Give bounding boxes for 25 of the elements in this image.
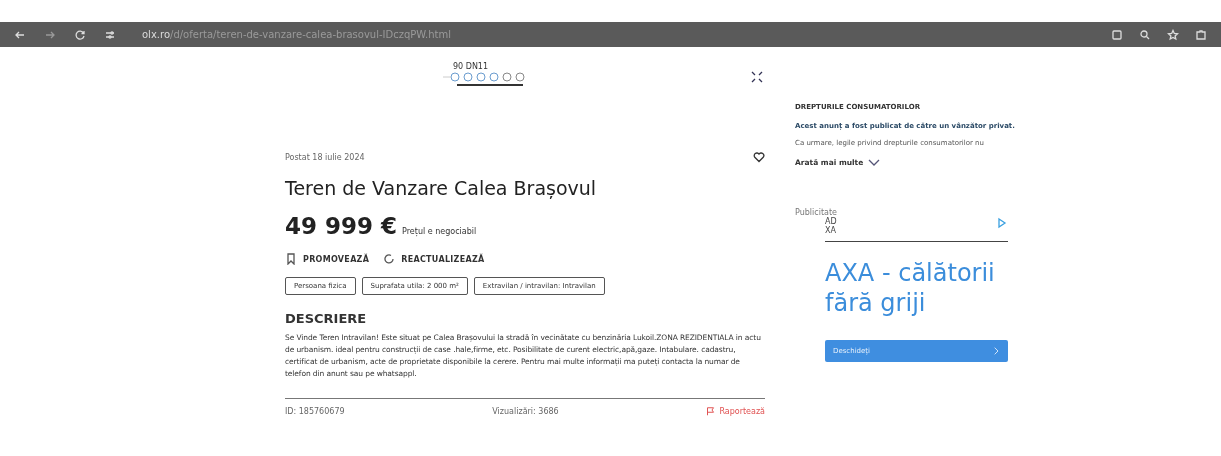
ad-label: Publicitate — [795, 208, 838, 217]
bookmark-icon — [285, 253, 297, 265]
ad-headline: AXA - călătorii fără griji — [825, 258, 996, 318]
promote-button[interactable]: PROMOVEAZĂ — [285, 253, 370, 265]
listing-id: ID: 185760679 — [285, 407, 345, 416]
view-count: Vizualizări: 3686 — [492, 407, 559, 416]
bookmark-star-icon[interactable] — [1167, 28, 1179, 41]
refresh-button[interactable]: REACTUALIZEAZĂ — [383, 253, 485, 265]
ad-choices-icon[interactable] — [996, 217, 1008, 229]
image-caption: 90 DN11 — [453, 62, 489, 71]
zoom-icon[interactable] — [1139, 28, 1151, 41]
flag-icon — [706, 407, 716, 416]
price: 49 999 € — [285, 213, 398, 239]
posted-date: Postat 18 iulie 2024 — [285, 152, 365, 162]
fullscreen-icon[interactable] — [751, 71, 763, 83]
chevron-right-icon — [992, 347, 1000, 355]
extensions-icon[interactable] — [1195, 28, 1207, 41]
price-note: Prețul e negociabil — [402, 227, 477, 236]
advertiser-label: AD XA — [825, 217, 837, 235]
listing-title: Teren de Vanzare Calea Brașovul — [285, 177, 598, 199]
section-heading: DESCRIERE — [285, 311, 368, 326]
heart-icon[interactable] — [753, 151, 765, 163]
install-app-icon[interactable] — [1111, 28, 1123, 41]
reload-icon[interactable] — [74, 28, 86, 41]
report-link[interactable]: Raportează — [706, 407, 765, 416]
